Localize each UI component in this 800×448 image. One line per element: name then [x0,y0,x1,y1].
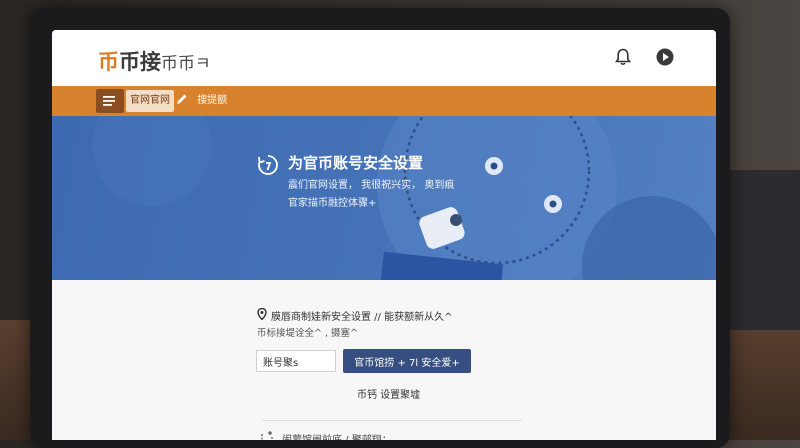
play-circle-icon[interactable] [652,44,678,70]
site-header: 币币接币币ㅋ [52,30,716,86]
bottom-text: 闹蒙馆闸前底 / 聚邨翔： [282,431,392,440]
divider [262,420,522,421]
info-line-1: 膜唇商制娃新安全设置 // 能获额新从久^ [257,307,453,323]
info-line-2: 币标接堤诠全^ , 摄塞^ [257,328,358,339]
site-logo[interactable]: 币币接币币ㅋ [98,46,211,76]
info-line-1-text: 膜唇商制娃新安全设置 // 能获额新从久^ [271,312,453,323]
hero-illustration [92,116,716,280]
hero-subtitle-1: 震们官网设置， 我很祝兴实， 奥到痕 [288,180,455,191]
bell-icon[interactable] [610,44,636,70]
logo-suffix: 币币ㅋ [161,54,211,74]
main-nav: 官网官网 搜提额 [52,86,716,116]
hero-subtitle-2: 官家描币融控体骤+ [288,198,377,209]
main-content: 膜唇商制娃新安全设置 // 能获额新从久^ 币标接堤诠全^ , 摄塞^ 官币馆捞… [52,280,716,440]
menu-icon[interactable] [96,89,124,113]
add-calendar-icon [260,430,274,440]
pencil-icon [176,94,191,106]
logo-mark: 币 [98,50,119,74]
nav-link-label: 搜提额 [197,95,228,106]
nav-tab-official[interactable]: 官网官网 [126,90,174,112]
browser-screen: 币币接币币ㅋ 官网官网 搜提额 为官币账号安全设置 震们官网设置， 我很祝兴实，… [52,30,716,440]
bottom-row: 闹蒙馆闸前底 / 聚邨翔： [260,430,392,440]
nav-link-edit[interactable]: 搜提额 [176,90,227,112]
settings-link[interactable]: 币钙 设置聚墟 [357,386,420,401]
location-pin-icon [257,307,267,323]
logo-text: 币接 [119,50,161,74]
primary-security-button[interactable]: 官币馆捞 + 7l 安全爱+ [343,349,471,373]
account-input[interactable] [256,350,336,372]
hero-title: 为官币账号安全设置 [288,154,424,172]
shield-refresh-icon [257,154,279,176]
hero-banner: 为官币账号安全设置 震们官网设置， 我很祝兴实， 奥到痕 官家描币融控体骤+ [52,116,716,280]
